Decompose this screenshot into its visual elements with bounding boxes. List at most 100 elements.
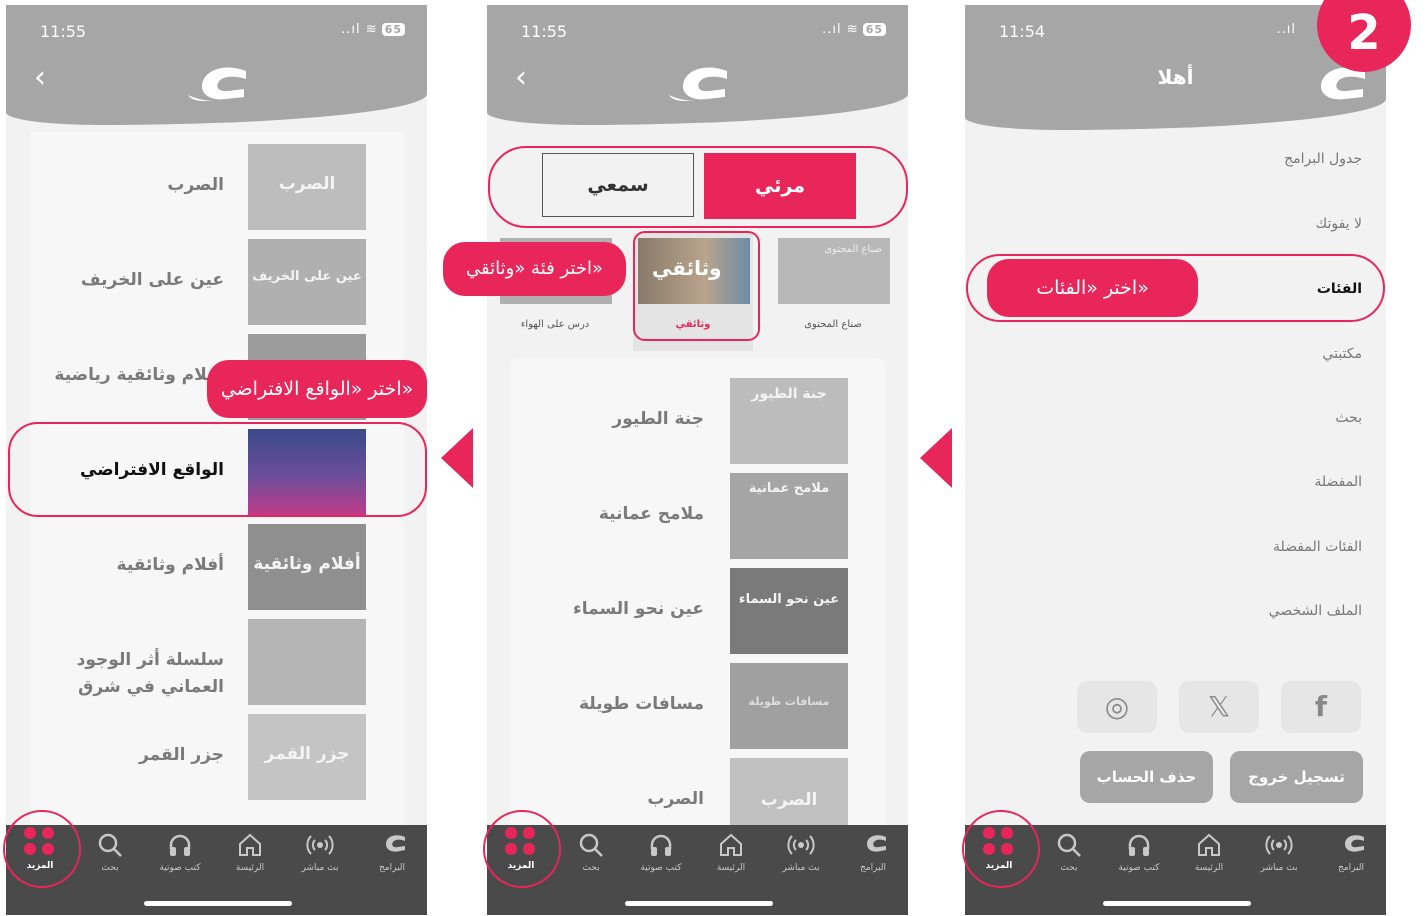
thumbnail-title: جنة الطيور bbox=[751, 386, 827, 402]
back-chevron-icon[interactable]: ‹ bbox=[34, 63, 46, 93]
thumbnail: الصرب bbox=[248, 144, 366, 230]
category-thumbnail: صناع المحتوى bbox=[778, 238, 890, 304]
item-title: مسافات طويلة bbox=[578, 694, 704, 714]
status-time: 11:55 bbox=[521, 22, 568, 41]
menu-item-dont-miss[interactable]: لا يفوتك bbox=[1316, 216, 1362, 232]
category-label: صناع المحتوى bbox=[804, 319, 862, 330]
headphones-icon bbox=[650, 834, 672, 856]
menu-item-favorites[interactable]: المفضلة bbox=[1314, 474, 1362, 490]
phone-screen-more-menu: 11:54 ..ıl أهلا جدول البرامج لا يفوتك ال… bbox=[965, 5, 1386, 915]
tab-label: البرامج bbox=[859, 863, 887, 873]
tab-search[interactable]: بحث bbox=[1039, 825, 1099, 885]
thumbnail-title: عين على الخريف bbox=[252, 269, 362, 284]
tab-audiobooks[interactable]: كتب صوتية bbox=[631, 825, 691, 885]
tab-label: بث مباشر bbox=[301, 863, 339, 873]
wifi-icon: ≋ bbox=[846, 22, 859, 37]
tab-label: بحث bbox=[1060, 863, 1078, 873]
search-icon bbox=[579, 833, 603, 857]
content-list: جنة الطيور جنة الطيور ملامح عمانية ملامح… bbox=[510, 358, 885, 844]
list-item[interactable]: جنة الطيور جنة الطيور bbox=[510, 378, 885, 468]
thumbnail-title: صناع المحتوى bbox=[824, 244, 882, 255]
list-item[interactable]: أفلام وثائقية أفلام وثائقية bbox=[30, 524, 404, 614]
app-header: 11:55 ..ıl ≋ 65 ‹ bbox=[487, 5, 908, 125]
step-arrow-icon bbox=[441, 428, 473, 488]
item-title: عين على الخريف bbox=[80, 270, 224, 290]
programs-logo-icon bbox=[386, 835, 405, 852]
thumbnail bbox=[248, 619, 366, 705]
phone-screen-categories: 11:55 ..ıl ≋ 65 ‹ مرئي سمعي صناع المحتوى … bbox=[487, 5, 908, 915]
tab-live[interactable]: بث مباشر bbox=[1249, 825, 1309, 885]
instruction-callout: اختر «الفئات» bbox=[987, 259, 1198, 317]
home-icon bbox=[720, 833, 742, 856]
list-item[interactable]: جزر القمر جزر القمر bbox=[30, 714, 404, 804]
item-title: الصرب bbox=[647, 789, 704, 809]
menu-item-profile[interactable]: الملف الشخصي bbox=[1269, 603, 1362, 619]
thumbnail: عين على الخريف bbox=[248, 239, 366, 325]
instruction-callout: اختر فئة «وثائقي» bbox=[443, 242, 626, 296]
tab-search[interactable]: بحث bbox=[561, 825, 621, 885]
list-item[interactable]: ملامح عمانية ملامح عمانية bbox=[510, 473, 885, 563]
thumbnail: أفلام وثائقية bbox=[248, 524, 366, 610]
status-icons: ..ıl ≋ 65 bbox=[341, 22, 405, 37]
thumbnail-title: أفلام وثائقية bbox=[253, 554, 361, 574]
tab-label: البرامج bbox=[1337, 863, 1365, 873]
thumbnail-title: مسافات طويلة bbox=[748, 695, 830, 708]
programs-logo-icon bbox=[867, 835, 886, 852]
tab-label: كتب صوتية bbox=[159, 863, 201, 873]
home-indicator bbox=[625, 901, 773, 906]
tab-live[interactable]: بث مباشر bbox=[290, 825, 350, 885]
tab-home[interactable]: الرئيسة bbox=[701, 825, 761, 885]
x-twitter-icon[interactable]: 𝕏 bbox=[1179, 681, 1259, 733]
item-title: سلسلة أثر الوجود العماني في شرق bbox=[76, 650, 224, 697]
signal-icon: ..ıl bbox=[822, 22, 842, 37]
list-item[interactable]: سلسلة أثر الوجود العماني في شرق bbox=[30, 619, 404, 709]
menu-item-library[interactable]: مكتبتي bbox=[1322, 346, 1362, 362]
tab-audiobooks[interactable]: كتب صوتية bbox=[150, 825, 210, 885]
facebook-icon[interactable]: f bbox=[1281, 681, 1361, 733]
list-item[interactable]: الصرب الصرب bbox=[30, 144, 404, 234]
tab-home[interactable]: الرئيسة bbox=[220, 825, 280, 885]
menu-item-schedule[interactable]: جدول البرامج bbox=[1284, 151, 1362, 167]
category-item[interactable]: صناع المحتوى صناع المحتوى bbox=[773, 233, 893, 351]
tab-home[interactable]: الرئيسة bbox=[1179, 825, 1239, 885]
tab-live[interactable]: بث مباشر bbox=[771, 825, 831, 885]
app-logo-icon bbox=[188, 67, 246, 101]
tab-audiobooks[interactable]: كتب صوتية bbox=[1109, 825, 1169, 885]
item-title: الصرب bbox=[167, 175, 224, 195]
thumbnail: جزر القمر bbox=[248, 714, 366, 800]
tab-programs[interactable]: البرامج bbox=[1321, 825, 1381, 885]
instagram-icon[interactable]: ◎ bbox=[1077, 681, 1157, 733]
back-chevron-icon[interactable]: ‹ bbox=[515, 63, 527, 93]
list-item[interactable]: عين على الخريف عين على الخريف bbox=[30, 239, 404, 329]
live-broadcast-icon bbox=[1265, 835, 1293, 855]
live-broadcast-icon bbox=[306, 835, 334, 855]
tab-programs[interactable]: البرامج bbox=[362, 825, 422, 885]
thumbnail-title: الصرب bbox=[760, 790, 818, 810]
menu-item-search[interactable]: بحث bbox=[1335, 410, 1362, 426]
tab-search[interactable]: بحث bbox=[80, 825, 140, 885]
tab-label: بحث bbox=[582, 863, 600, 873]
headphones-icon bbox=[169, 834, 191, 856]
delete-account-button[interactable]: حذف الحساب bbox=[1080, 751, 1213, 803]
battery-icon: 65 bbox=[862, 23, 886, 36]
tab-label: الرئيسة bbox=[235, 863, 265, 873]
thumbnail-title: جزر القمر bbox=[264, 744, 350, 764]
logout-button[interactable]: تسجيل خروج bbox=[1230, 751, 1363, 803]
wifi-icon: ≋ bbox=[365, 22, 378, 37]
item-title: جنة الطيور bbox=[612, 409, 704, 429]
highlight-circle bbox=[962, 810, 1040, 888]
step-arrow-icon bbox=[920, 428, 952, 488]
item-title: جزر القمر bbox=[139, 745, 224, 765]
app-header: 11:55 ..ıl ≋ 65 ‹ bbox=[6, 5, 427, 125]
signal-icon: ..ıl bbox=[341, 22, 361, 37]
tab-label: بحث bbox=[101, 863, 119, 873]
tab-programs[interactable]: البرامج bbox=[843, 825, 903, 885]
menu-item-favorite-categories[interactable]: الفئات المفضلة bbox=[1273, 539, 1362, 555]
tab-label: كتب صوتية bbox=[1118, 863, 1160, 873]
battery-icon: 65 bbox=[381, 23, 405, 36]
tab-label: كتب صوتية bbox=[640, 863, 682, 873]
tab-label: الرئيسة bbox=[716, 863, 746, 873]
live-broadcast-icon bbox=[787, 835, 815, 855]
list-item[interactable]: عين نحو السماء عين نحو السماء bbox=[510, 568, 885, 658]
list-item[interactable]: مسافات طويلة مسافات طويلة bbox=[510, 663, 885, 753]
